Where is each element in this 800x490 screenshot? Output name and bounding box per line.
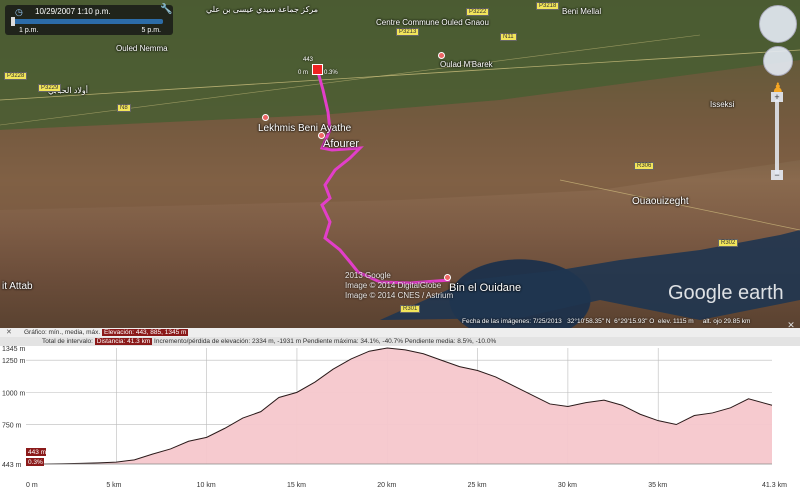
time-slider-track[interactable] bbox=[13, 19, 163, 24]
y-tick-label: 750 m bbox=[2, 423, 22, 430]
elevation-profile-panel[interactable]: ✕ Gráfico: mín., media, máx. Elevación: … bbox=[0, 328, 800, 490]
track-start-distance: 0 m bbox=[298, 70, 309, 76]
time-slider[interactable]: ◷ 10/29/2007 1:10 p.m. 🔧 1 p.m. 5 p.m. bbox=[5, 4, 173, 35]
place-label[interactable]: Isseksi bbox=[710, 100, 734, 109]
road-shield: P3218 bbox=[536, 2, 560, 10]
place-marker bbox=[318, 132, 325, 139]
place-marker bbox=[438, 52, 445, 59]
road-shield: R306 bbox=[634, 162, 655, 170]
track-start-marker[interactable] bbox=[312, 64, 323, 75]
interval-stats: Incremento/pérdida de elevación: 2334 m,… bbox=[154, 338, 497, 345]
elevation-summary: Elevación: 443, 885, 1345 m bbox=[102, 329, 189, 336]
place-label[interactable]: Lekhmis Beni Ayathe bbox=[258, 123, 351, 134]
road-shield: R302 bbox=[718, 239, 739, 247]
x-tick-label: 35 km bbox=[648, 482, 667, 489]
place-marker bbox=[444, 274, 451, 281]
x-tick-label: 0 m bbox=[26, 482, 38, 489]
profile-summary-row: ✕ Gráfico: mín., media, máx. Elevación: … bbox=[0, 328, 800, 337]
move-control[interactable] bbox=[763, 46, 793, 76]
map-copyright: Image © 2014 DigitalGlobe bbox=[345, 281, 442, 290]
zoom-slider[interactable] bbox=[775, 100, 779, 176]
y-tick-label: 443 m bbox=[2, 462, 22, 469]
google-earth-logo: Google earth bbox=[668, 282, 784, 304]
longitude-readout: 6°29'15.93" O bbox=[614, 318, 655, 325]
time-slider-start-label: 1 p.m. bbox=[19, 27, 39, 34]
latitude-readout: 32°10'58.35" N bbox=[567, 318, 611, 325]
map-status-bar: Fecha de las imágenes: 7/25/2013 32°10'5… bbox=[462, 318, 750, 325]
road-shield: P3228 bbox=[4, 72, 28, 80]
close-icon[interactable]: ✕ bbox=[6, 328, 12, 337]
x-tick-label: 10 km bbox=[197, 482, 216, 489]
place-label[interactable]: it Attab bbox=[2, 281, 33, 292]
graph-label: Gráfico: mín., media, máx. bbox=[24, 329, 101, 336]
x-tick-label: 5 km bbox=[106, 482, 121, 489]
x-tick-label: 30 km bbox=[558, 482, 577, 489]
road-shield: R301 bbox=[400, 305, 421, 313]
road-shield: P3229 bbox=[38, 84, 62, 92]
look-around-control[interactable] bbox=[759, 5, 797, 43]
clock-icon: ◷ bbox=[15, 7, 23, 17]
place-label[interactable]: Ouled Nemma bbox=[116, 44, 168, 53]
distance-summary: Distancia: 41.3 km bbox=[94, 338, 153, 345]
road-shield: P3222 bbox=[466, 8, 490, 16]
road-shield: N8 bbox=[117, 104, 131, 112]
close-profile-icon[interactable]: ✕ bbox=[786, 320, 796, 328]
time-slider-end-label: 5 p.m. bbox=[141, 27, 161, 34]
place-label[interactable]: Bin el Ouidane bbox=[449, 282, 521, 294]
map-copyright: Image © 2014 CNES / Astrium bbox=[345, 291, 454, 300]
cursor-elevation-label: 443 m bbox=[28, 449, 46, 456]
y-tick-label: 1345 m bbox=[2, 346, 26, 353]
track-start-elevation: 443 bbox=[303, 57, 314, 63]
place-label[interactable]: مركز جماعة سيدي عيسى بن علي bbox=[206, 5, 318, 14]
elevation-chart[interactable]: 443 m 750 m 1000 m 1250 m 1345 m 0 m 5 km 10 km… bbox=[0, 346, 800, 490]
cursor-slope-label: 0.3% bbox=[28, 459, 43, 466]
time-slider-thumb[interactable] bbox=[11, 17, 15, 26]
map-view[interactable]: ◷ 10/29/2007 1:10 p.m. 🔧 1 p.m. 5 p.m. L… bbox=[0, 0, 800, 328]
road-shield: N11 bbox=[500, 33, 517, 41]
imagery-date: Fecha de las imágenes: 7/25/2013 bbox=[462, 318, 562, 325]
place-label[interactable]: Afourer bbox=[323, 138, 359, 150]
time-slider-date: 10/29/2007 1:10 p.m. bbox=[35, 7, 111, 16]
y-tick-label: 1250 m bbox=[2, 358, 26, 365]
x-tick-label: 20 km bbox=[377, 482, 396, 489]
profile-interval-row: Total de intervalo: Distancia: 41.3 km I… bbox=[0, 337, 800, 346]
place-label[interactable]: Oulad M'Barek bbox=[440, 60, 493, 69]
place-label[interactable]: Beni Mellal bbox=[562, 7, 601, 16]
track-start-slope: 0.3% bbox=[324, 70, 338, 76]
wrench-icon[interactable]: 🔧 bbox=[160, 4, 172, 15]
road-shield: P3213 bbox=[396, 28, 420, 36]
y-tick-label: 1000 m bbox=[2, 390, 26, 397]
zoom-out-button[interactable]: − bbox=[771, 170, 783, 180]
interval-label: Total de intervalo: bbox=[42, 338, 93, 345]
x-tick-label: 25 km bbox=[468, 482, 487, 489]
place-label[interactable]: Ouaouizeght bbox=[632, 196, 689, 207]
x-tick-label: 15 km bbox=[287, 482, 306, 489]
place-label[interactable]: Centre Commune Ouled Gnaou bbox=[376, 18, 489, 27]
elevation-readout: elev. 1115 m bbox=[657, 318, 694, 325]
map-copyright: 2013 Google bbox=[345, 271, 391, 280]
eye-altitude-readout: alt. ojo 29.85 km bbox=[702, 318, 751, 325]
place-marker bbox=[262, 114, 269, 121]
x-tick-label: 41.3 km bbox=[762, 482, 787, 489]
